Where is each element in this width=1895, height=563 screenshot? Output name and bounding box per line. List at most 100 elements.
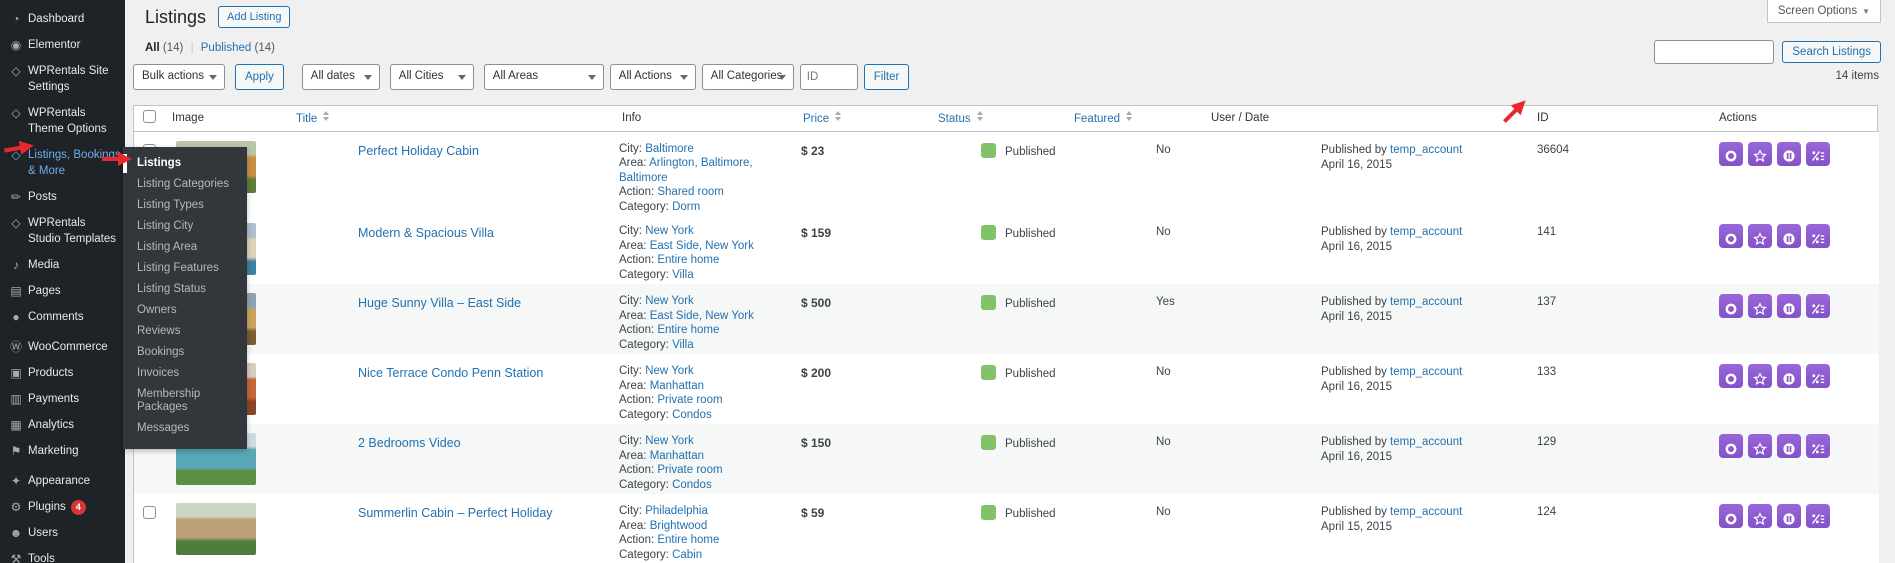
category-link[interactable]: Dorm (672, 201, 700, 213)
sidebar-item-marketing[interactable]: ⚑Marketing (0, 438, 125, 464)
city-link[interactable]: New York (645, 295, 694, 307)
row-action-percent-button[interactable] (1806, 364, 1830, 388)
apply-button[interactable]: Apply (235, 64, 284, 90)
sidebar-item-media[interactable]: ♪Media (0, 252, 125, 278)
row-action-ring-button[interactable] (1719, 224, 1743, 248)
screen-options-button[interactable]: Screen Options▼ (1767, 0, 1881, 23)
user-link[interactable]: temp_account (1390, 144, 1462, 156)
listing-title-link[interactable]: Nice Terrace Condo Penn Station (358, 366, 543, 380)
view-all-link[interactable]: All (145, 42, 160, 54)
listing-title-link[interactable]: 2 Bedrooms Video (358, 436, 461, 450)
row-action-percent-button[interactable] (1806, 142, 1830, 166)
category-link[interactable]: Villa (672, 339, 694, 351)
submenu-item-listing-features[interactable]: Listing Features (123, 258, 247, 279)
submenu-item-bookings[interactable]: Bookings (123, 342, 247, 363)
row-action-pause-button[interactable] (1777, 142, 1801, 166)
search-listings-button[interactable]: Search Listings (1782, 41, 1881, 63)
row-action-star-button[interactable] (1748, 504, 1772, 528)
row-checkbox[interactable] (143, 506, 156, 519)
row-action-star-button[interactable] (1748, 434, 1772, 458)
action-link[interactable]: Private room (657, 394, 722, 406)
row-action-star-button[interactable] (1748, 364, 1772, 388)
sidebar-item-users[interactable]: ☻Users (0, 520, 125, 546)
row-action-ring-button[interactable] (1719, 142, 1743, 166)
row-action-ring-button[interactable] (1719, 504, 1743, 528)
id-filter-input[interactable] (800, 64, 858, 90)
city-link[interactable]: New York (645, 435, 694, 447)
area-link[interactable]: East Side, New York (650, 240, 754, 252)
submenu-item-listing-status[interactable]: Listing Status (123, 279, 247, 300)
column-header-price[interactable]: Price (791, 106, 926, 131)
action-link[interactable]: Private room (657, 464, 722, 476)
city-link[interactable]: New York (645, 365, 694, 377)
submenu-item-reviews[interactable]: Reviews (123, 321, 247, 342)
action-link[interactable]: Entire home (657, 324, 719, 336)
sidebar-item-payments[interactable]: ▥Payments (0, 386, 125, 412)
sidebar-item-dashboard[interactable]: ◔Dashboard (0, 6, 125, 32)
row-action-pause-button[interactable] (1777, 364, 1801, 388)
user-link[interactable]: temp_account (1390, 226, 1462, 238)
submenu-item-messages[interactable]: Messages (123, 418, 247, 439)
row-action-percent-button[interactable] (1806, 434, 1830, 458)
sidebar-item-elementor[interactable]: ◉Elementor (0, 32, 125, 58)
all-dates-select[interactable]: All dates (302, 64, 380, 90)
sidebar-item-plugins[interactable]: ⚙Plugins4 (0, 494, 125, 520)
sidebar-item-comments[interactable]: ●Comments (0, 304, 125, 330)
row-action-pause-button[interactable] (1777, 504, 1801, 528)
sidebar-item-wprentals-site-settings[interactable]: ◇WPRentals Site Settings (0, 58, 125, 100)
all-categories-select[interactable]: All Categories (702, 64, 794, 90)
row-action-percent-button[interactable] (1806, 224, 1830, 248)
column-header-title[interactable]: Title (288, 106, 611, 131)
city-link[interactable]: Philadelphia (645, 505, 708, 517)
user-link[interactable]: temp_account (1390, 506, 1462, 518)
listing-thumbnail[interactable] (176, 503, 256, 555)
listing-title-link[interactable]: Perfect Holiday Cabin (358, 144, 479, 158)
sidebar-item-products[interactable]: ▣Products (0, 360, 125, 386)
submenu-item-listing-area[interactable]: Listing Area (123, 237, 247, 258)
row-action-pause-button[interactable] (1777, 224, 1801, 248)
column-header-status[interactable]: Status (926, 106, 1061, 131)
user-link[interactable]: temp_account (1390, 436, 1462, 448)
select-all-checkbox[interactable] (143, 110, 156, 123)
listing-title-link[interactable]: Summerlin Cabin – Perfect Holiday (358, 506, 553, 520)
row-action-ring-button[interactable] (1719, 294, 1743, 318)
all-areas-select[interactable]: All Areas (484, 64, 604, 90)
submenu-item-listings[interactable]: Listings (123, 153, 247, 174)
submenu-item-listing-types[interactable]: Listing Types (123, 195, 247, 216)
submenu-item-invoices[interactable]: Invoices (123, 363, 247, 384)
area-link[interactable]: Manhattan (650, 380, 704, 392)
row-action-star-button[interactable] (1748, 142, 1772, 166)
row-action-star-button[interactable] (1748, 294, 1772, 318)
sidebar-item-woocommerce[interactable]: ⓌWooCommerce (0, 334, 125, 360)
listing-title-link[interactable]: Huge Sunny Villa – East Side (358, 296, 521, 310)
user-link[interactable]: temp_account (1390, 296, 1462, 308)
area-link[interactable]: East Side, New York (650, 310, 754, 322)
row-action-pause-button[interactable] (1777, 434, 1801, 458)
city-link[interactable]: New York (645, 225, 694, 237)
submenu-item-owners[interactable]: Owners (123, 300, 247, 321)
category-link[interactable]: Cabin (672, 549, 702, 561)
category-link[interactable]: Condos (672, 479, 712, 491)
sidebar-item-wprentals-theme-options[interactable]: ◇WPRentals Theme Options (0, 100, 125, 142)
sidebar-item-pages[interactable]: ▤Pages (0, 278, 125, 304)
area-link[interactable]: Brightwood (650, 520, 708, 532)
category-link[interactable]: Condos (672, 409, 712, 421)
action-link[interactable]: Entire home (657, 534, 719, 546)
bulk-actions-select[interactable]: Bulk actions (133, 64, 225, 90)
category-link[interactable]: Villa (672, 269, 694, 281)
action-link[interactable]: Entire home (657, 254, 719, 266)
sidebar-item-wprentals-studio-templates[interactable]: ◇WPRentals Studio Templates (0, 210, 125, 252)
all-cities-select[interactable]: All Cities (390, 64, 474, 90)
view-published-link[interactable]: Published (201, 42, 252, 54)
sidebar-item-tools[interactable]: ⚒Tools (0, 546, 125, 563)
submenu-item-listing-categories[interactable]: Listing Categories (123, 174, 247, 195)
sidebar-item-posts[interactable]: ✏Posts (0, 184, 125, 210)
submenu-item-listing-city[interactable]: Listing City (123, 216, 247, 237)
user-link[interactable]: temp_account (1390, 366, 1462, 378)
city-link[interactable]: Baltimore (645, 143, 694, 155)
column-header-featured[interactable]: Featured (1061, 106, 1201, 131)
row-action-percent-button[interactable] (1806, 294, 1830, 318)
area-link[interactable]: Manhattan (650, 450, 704, 462)
sidebar-item-analytics[interactable]: ▦Analytics (0, 412, 125, 438)
row-action-ring-button[interactable] (1719, 434, 1743, 458)
